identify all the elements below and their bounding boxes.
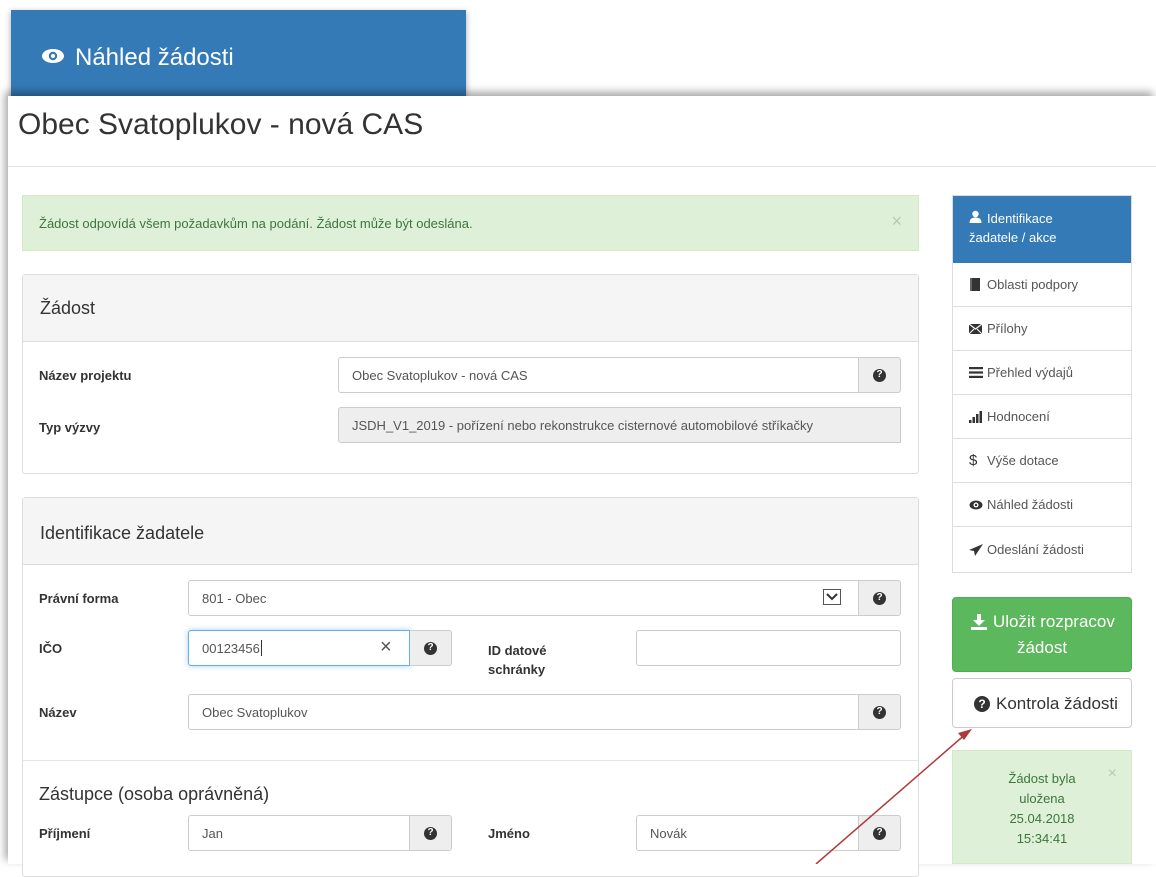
saved-notice-time: 15:34:41 xyxy=(1016,831,1068,846)
sidebar-item-subsidy[interactable]: $ Výše dotace xyxy=(953,439,1131,483)
legal-form-help-button[interactable]: ? xyxy=(859,580,901,616)
name-label: Název xyxy=(39,705,77,720)
project-name-input[interactable]: Obec Svatoplukov - nová CAS xyxy=(338,357,859,393)
sidebar-nav: Identifikace žadatele / akce Oblasti pod… xyxy=(952,195,1132,573)
envelope-icon xyxy=(969,323,983,334)
call-type-label: Typ výzvy xyxy=(39,420,101,435)
saved-notice-date: 25.04.2018 xyxy=(1009,811,1075,826)
chevron-down-icon[interactable] xyxy=(823,589,841,605)
sidebar-item-support-areas[interactable]: Oblasti podpory xyxy=(953,263,1131,307)
list-icon xyxy=(969,367,983,378)
first-name-help-button[interactable]: ? xyxy=(859,815,901,851)
sidebar-item-label: Výše dotace xyxy=(987,453,1059,468)
ico-input[interactable]: 00123456 xyxy=(188,630,410,666)
check-application-button[interactable]: ? Kontrola žádosti xyxy=(952,678,1132,728)
sidebar-item-evaluation[interactable]: Hodnocení xyxy=(953,395,1131,439)
alert-message: Žádost odpovídá všem požadavkům na podán… xyxy=(39,216,473,231)
sidebar-item-label: Přehled výdajů xyxy=(987,365,1073,380)
applicant-panel-header: Identifikace žadatele xyxy=(23,498,918,565)
dollar-icon: $ xyxy=(969,452,978,469)
section-divider xyxy=(22,760,919,761)
zadost-panel-header: Žádost xyxy=(23,275,918,342)
sidebar-item-submit[interactable]: Odeslání žádosti xyxy=(953,527,1131,572)
surname-help-button[interactable]: ? xyxy=(410,815,452,851)
data-box-id-label-line2: schránky xyxy=(488,662,546,677)
name-input[interactable]: Obec Svatoplukov xyxy=(188,694,859,730)
sidebar-item-label: Hodnocení xyxy=(987,409,1050,424)
success-alert: Žádost odpovídá všem požadavkům na podán… xyxy=(22,195,919,251)
data-box-id-label: ID datové schránky xyxy=(488,641,547,679)
book-icon xyxy=(969,278,983,291)
question-icon: ? xyxy=(873,591,886,605)
data-box-id-input[interactable] xyxy=(636,630,901,666)
saved-notice: × Žádost byla uložena 25.04.2018 15:34:4… xyxy=(952,750,1132,864)
eye-icon xyxy=(41,48,65,69)
sidebar-item-preview[interactable]: Náhled žádosti xyxy=(953,483,1131,527)
sidebar-item-label: Přílohy xyxy=(987,321,1028,336)
question-icon: ? xyxy=(873,368,886,382)
saved-notice-text: Žádost byla uložena 25.04.2018 15:34:41 xyxy=(953,769,1131,849)
call-type-field: JSDH_V1_2019 - pořízení nebo rekonstrukc… xyxy=(338,407,901,443)
zadost-heading: Žádost xyxy=(40,298,96,318)
question-icon: ? xyxy=(424,641,437,655)
legal-form-label: Právní forma xyxy=(39,591,119,606)
question-icon: ? xyxy=(424,826,437,840)
title-divider xyxy=(8,166,1156,167)
saved-notice-line1: Žádost byla xyxy=(1008,771,1076,786)
download-icon xyxy=(971,614,987,630)
ico-value: 00123456 xyxy=(202,640,260,656)
sidebar-item-label: Odeslání žádosti xyxy=(987,542,1084,557)
surname-input[interactable]: Jan xyxy=(188,815,410,851)
signal-icon xyxy=(969,410,983,423)
save-draft-line1: Uložit rozpracov xyxy=(971,612,1115,632)
sidebar-item-identification-label: Identifikace žadatele / akce xyxy=(969,209,1056,247)
first-name-input[interactable]: Novák xyxy=(636,815,859,851)
name-help-button[interactable]: ? xyxy=(859,694,901,730)
clear-icon[interactable]: × xyxy=(380,636,392,659)
ico-help-button[interactable]: ? xyxy=(410,630,452,666)
representative-heading: Zástupce (osoba oprávněná) xyxy=(39,784,270,804)
sidebar-item-identification-line1: Identifikace xyxy=(987,211,1053,226)
check-application-label: Kontrola žádosti xyxy=(996,694,1118,713)
project-name-label: Název projektu xyxy=(39,368,132,383)
question-circle-icon: ? xyxy=(974,696,990,712)
eye-icon xyxy=(969,500,983,510)
save-draft-button[interactable]: Uložit rozpracov žádost xyxy=(952,597,1132,672)
send-icon xyxy=(969,543,983,556)
sidebar-item-identification[interactable]: Identifikace žadatele / akce xyxy=(953,196,1131,263)
save-draft-label-1: Uložit rozpracov xyxy=(993,612,1115,631)
saved-notice-line2: uložena xyxy=(1019,791,1065,806)
preview-tab[interactable]: Náhled žádosti xyxy=(11,10,466,96)
sidebar-item-expenses[interactable]: Přehled výdajů xyxy=(953,351,1131,395)
preview-tab-label: Náhled žádosti xyxy=(75,44,234,71)
user-icon xyxy=(969,210,983,223)
data-box-id-label-line1: ID datové xyxy=(488,643,547,658)
project-name-help-button[interactable]: ? xyxy=(859,357,901,393)
ico-label: IČO xyxy=(39,641,63,656)
check-application-content: ? Kontrola žádosti xyxy=(974,694,1118,714)
surname-label: Příjmení xyxy=(39,826,91,841)
legal-form-select[interactable]: 801 - Obec xyxy=(188,580,859,616)
save-draft-label-2: žádost xyxy=(1016,638,1068,657)
sidebar-item-label: Oblasti podpory xyxy=(987,277,1079,292)
page-title: Obec Svatoplukov - nová CAS xyxy=(18,108,424,141)
question-icon: ? xyxy=(873,705,886,719)
sidebar-item-attachments[interactable]: Přílohy xyxy=(953,307,1131,351)
applicant-heading: Identifikace žadatele xyxy=(40,523,205,543)
alert-close-button[interactable]: × xyxy=(891,211,902,232)
text-cursor xyxy=(260,640,262,656)
first-name-label: Jméno xyxy=(488,826,530,841)
question-icon: ? xyxy=(873,826,886,840)
sidebar-item-label: Náhled žádosti xyxy=(987,497,1073,512)
sidebar-item-identification-line2: žadatele / akce xyxy=(969,230,1057,245)
